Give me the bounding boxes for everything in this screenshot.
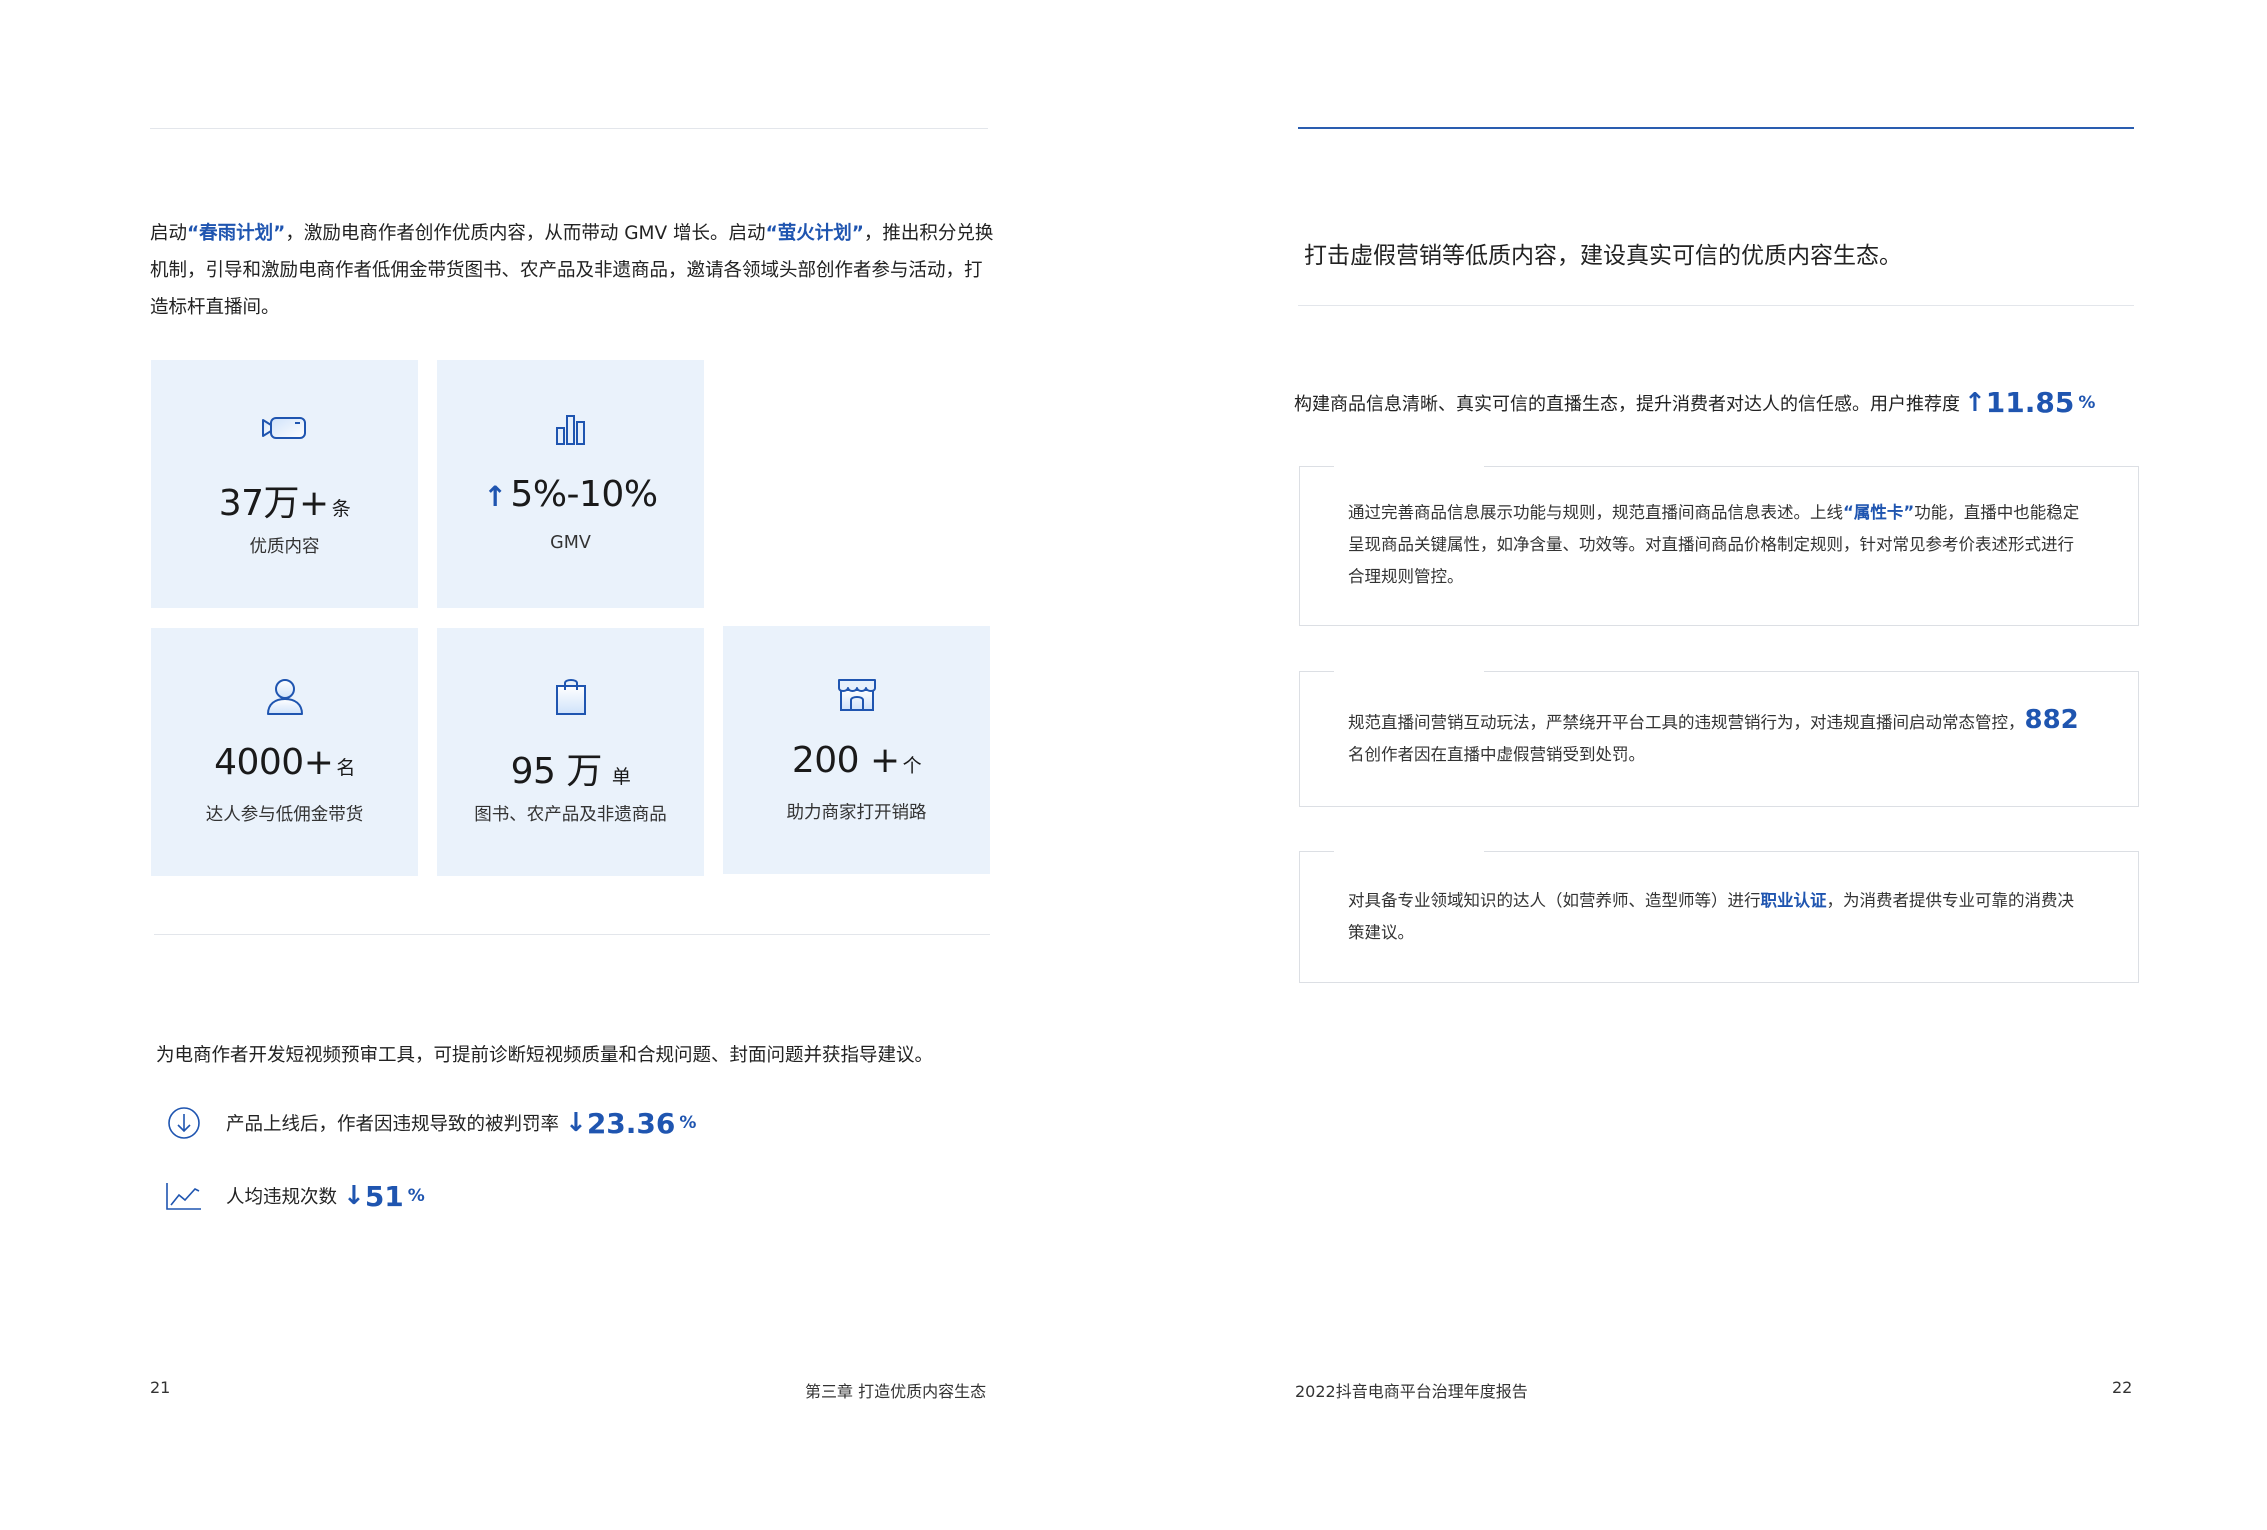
intro-text: 启动: [150, 223, 188, 244]
headline: 打击虚假营销等低质内容，建设真实可信的优质内容生态。: [1304, 243, 1902, 269]
box-text-part: 名创作者因在直播中虚假营销受到处罚。: [1348, 745, 1645, 764]
penalty-rate-metric: 产品上线后，作者因违规导致的被判罚率 ↓ 23.36%: [164, 1105, 696, 1141]
box-notch: [1334, 670, 1484, 673]
recommendation-unit: %: [2078, 392, 2096, 413]
sub-text: 构建商品信息清晰、真实可信的直播生态，提升消费者对达人的信任感。用户推荐度: [1294, 393, 1960, 415]
box-text: 对具备专业领域知识的达人（如营养师、造型师等）进行职业认证，为消费者提供专业可靠…: [1348, 885, 2090, 949]
person-icon: [266, 679, 303, 715]
box-text: 通过完善商品信息展示功能与规则，规范直播间商品信息表述。上线“属性卡”功能，直播…: [1348, 497, 2090, 593]
stat-card-merchants: 200 + 个 助力商家打开销路: [723, 626, 990, 874]
recommendation-value: 11.85: [1985, 386, 2075, 419]
stat-value: ↑ 5%-10%: [437, 474, 704, 515]
down-arrow-icon: ↓: [343, 1181, 365, 1211]
stat-label: 优质内容: [249, 537, 320, 557]
section-divider: [154, 934, 990, 935]
down-arrow-icon: ↓: [565, 1108, 587, 1138]
metric-label: 人均违规次数: [226, 1187, 338, 1208]
box-text-part: 通过完善商品信息展示功能与规则，规范直播间商品信息表述。上线: [1348, 503, 1843, 522]
stat-value: 37万+ 条: [151, 474, 418, 526]
recommendation-metric: 构建商品信息清晰、真实可信的直播生态，提升消费者对达人的信任感。用户推荐度 ↑ 1…: [1294, 386, 2095, 419]
stat-card-creators: 4000+ 名 达人参与低佣金带货: [151, 628, 418, 876]
report-title: 2022抖音电商平台治理年度报告: [1295, 1382, 1528, 1401]
stat-label: GMV: [550, 533, 591, 553]
spring-rain-plan-highlight: “春雨计划”: [187, 223, 286, 244]
bar-chart-icon: [555, 415, 585, 445]
up-arrow-icon: ↑: [483, 480, 507, 513]
stat-unit: 单: [611, 766, 631, 788]
video-camera-icon: [261, 417, 306, 439]
stat-number: 4000+: [214, 742, 334, 783]
penalized-creators-count: 882: [2024, 705, 2079, 735]
stat-unit: 个: [902, 755, 922, 777]
left-page: 启动“春雨计划”，激励电商作者创作优质内容，从而带动 GMV 增长。启动“萤火计…: [0, 0, 1133, 1530]
stat-number: 37万+: [218, 483, 329, 524]
box-text-part: 规范直播间营销互动玩法，严禁绕开平台工具的违规营销行为，对违规直播间启动常态管控…: [1348, 713, 2025, 732]
intro-paragraph: 启动“春雨计划”，激励电商作者创作优质内容，从而带动 GMV 增长。启动“萤火计…: [150, 215, 1000, 326]
metric-unit: %: [679, 1113, 697, 1133]
stat-value: 200 + 个: [723, 740, 990, 781]
stat-label: 助力商家打开销路: [786, 803, 927, 823]
stat-value: 95 万单: [437, 742, 704, 794]
info-box-penalties: 规范直播间营销互动玩法，严禁绕开平台工具的违规营销行为，对违规直播间启动常态管控…: [1299, 670, 2139, 807]
metric-value: 51: [364, 1179, 404, 1213]
line-trend-icon: [164, 1178, 204, 1214]
stat-number: 95 万: [510, 751, 603, 792]
stat-label: 达人参与低佣金带货: [205, 805, 364, 825]
certification-highlight: 职业认证: [1760, 891, 1827, 910]
stat-card-orders: 95 万单 图书、农产品及非遗商品: [437, 628, 704, 876]
violation-count-metric: 人均违规次数 ↓ 51%: [164, 1178, 425, 1214]
review-tool-text: 为电商作者开发短视频预审工具，可提前诊断短视频质量和合规问题、封面问题并获指导建…: [156, 1045, 934, 1066]
storefront-icon: [837, 679, 876, 711]
attribute-card-highlight: “属性卡”: [1843, 503, 1915, 522]
firefly-plan-highlight: “萤火计划”: [765, 223, 864, 244]
chapter-title: 第三章 打造优质内容生态: [805, 1382, 987, 1401]
up-arrow-icon: ↑: [1964, 387, 1986, 418]
box-notch: [1334, 850, 1484, 853]
stat-label: 图书、农产品及非遗商品: [474, 805, 667, 825]
metric-unit: %: [407, 1186, 425, 1206]
info-box-certification: 对具备专业领域知识的达人（如营养师、造型师等）进行职业认证，为消费者提供专业可靠…: [1299, 850, 2139, 983]
metric-value: 23.36: [586, 1106, 676, 1140]
info-box-attribute-card: 通过完善商品信息展示功能与规则，规范直播间商品信息表述。上线“属性卡”功能，直播…: [1299, 465, 2139, 626]
headline-rule: [1298, 305, 2134, 306]
stat-card-content: 37万+ 条 优质内容: [151, 360, 418, 608]
stat-value: 4000+ 名: [151, 742, 418, 783]
shopping-bag-icon: [555, 679, 586, 715]
box-text-part: 对具备专业领域知识的达人（如营养师、造型师等）进行: [1348, 891, 1761, 910]
metric-label: 产品上线后，作者因违规导致的被判罚率: [226, 1114, 560, 1135]
stat-number: 200 +: [791, 740, 900, 781]
box-text: 规范直播间营销互动玩法，严禁绕开平台工具的违规营销行为，对违规直播间启动常态管控…: [1348, 704, 2090, 771]
stat-unit: 条: [331, 498, 351, 520]
down-circle-icon: [164, 1105, 204, 1141]
box-notch: [1334, 465, 1484, 468]
stat-number: 5%-10%: [510, 474, 658, 515]
intro-text: ，激励电商作者创作优质内容，从而带动 GMV 增长。启动: [285, 223, 766, 244]
stat-unit: 名: [336, 757, 355, 779]
stat-card-gmv: ↑ 5%-10% GMV: [437, 360, 704, 608]
top-blue-rule: [1298, 127, 2134, 129]
page-number: 22: [2112, 1378, 2133, 1397]
top-rule: [150, 128, 988, 129]
page-number: 21: [150, 1378, 171, 1397]
